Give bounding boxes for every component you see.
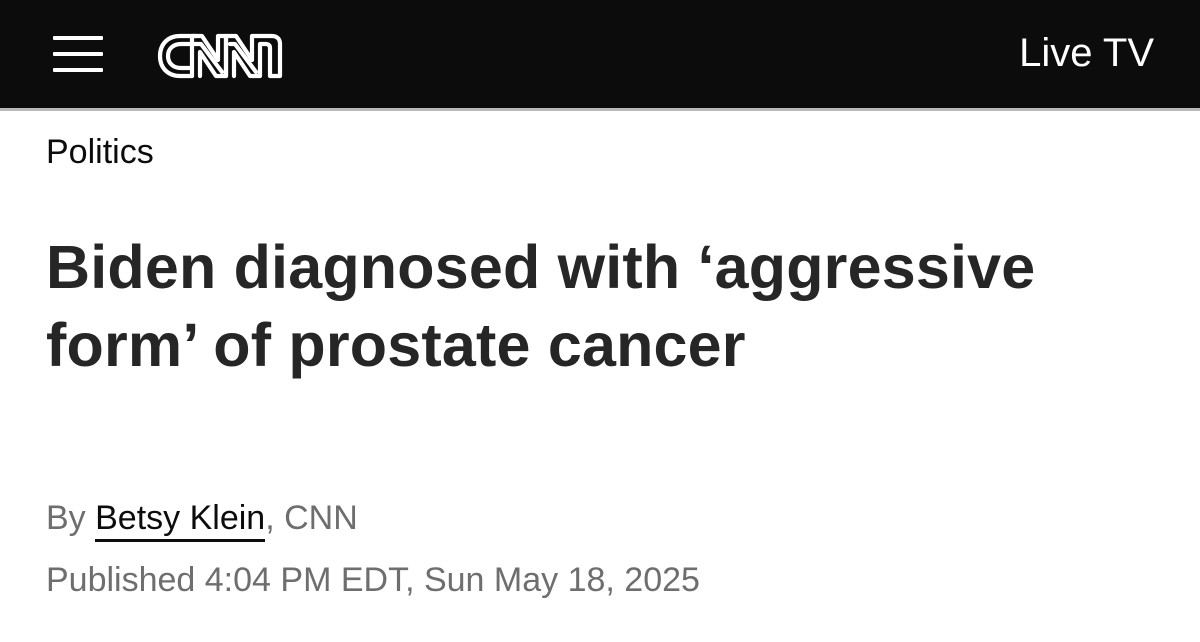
byline-prefix: By: [46, 499, 96, 537]
published-timestamp: Published 4:04 PM EDT, Sun May 18, 2025: [46, 561, 700, 599]
author-link[interactable]: Betsy Klein: [95, 499, 266, 542]
header-divider: [0, 108, 1200, 111]
hamburger-menu-icon[interactable]: [50, 32, 106, 76]
menu-bar-bottom: [53, 68, 103, 72]
menu-bar-top: [53, 36, 103, 40]
site-header: Live TV: [0, 0, 1200, 108]
live-tv-link[interactable]: Live TV: [1019, 30, 1154, 76]
cnn-logo[interactable]: [152, 20, 288, 88]
byline: By Betsy Klein, CNN: [46, 496, 358, 542]
section-label[interactable]: Politics: [46, 132, 154, 172]
article-headline: Biden diagnosed with ‘aggressive form’ o…: [46, 233, 1036, 379]
menu-bar-middle: [53, 52, 103, 56]
byline-suffix: , CNN: [265, 499, 358, 537]
